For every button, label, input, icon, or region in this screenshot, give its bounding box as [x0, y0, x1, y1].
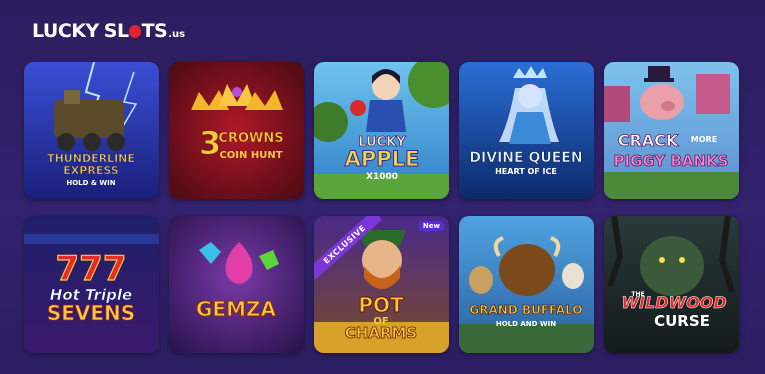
game-tile-hot-triple-sevens[interactable]: 777 Hot Triple SEVENS: [24, 216, 159, 353]
game-art: DIVINE QUEEN HEART OF ICE: [459, 62, 594, 199]
game-title-line: POT: [358, 293, 404, 317]
game-title-line: HEART OF ICE: [495, 167, 557, 176]
game-tile-pot-of-charms[interactable]: POT OF CHARMS EXCLUSIVE New: [314, 216, 449, 353]
game-title-line: COIN HUNT: [219, 150, 282, 161]
game-title-line: SEVENS: [47, 301, 135, 325]
game-art: GEMZA: [169, 216, 304, 353]
game-art: THE WILDWOOD CURSE: [604, 216, 739, 353]
game-tile-gemza[interactable]: GEMZA: [169, 216, 304, 353]
game-title-line: GEMZA: [196, 297, 276, 321]
game-title-line: HOLD AND WIN: [496, 320, 556, 328]
game-title-line: WILDWOOD: [621, 293, 726, 312]
game-art: THUNDERLINE EXPRESS HOLD & WIN: [24, 62, 159, 199]
game-tile-3-crowns[interactable]: 3 CROWNS COIN HUNT: [169, 62, 304, 199]
game-tile-thunderline-express[interactable]: THUNDERLINE EXPRESS HOLD & WIN: [24, 62, 159, 199]
game-art: GRAND BUFFALO HOLD AND WIN: [459, 216, 594, 353]
game-art: LUCKY APPLE X1000: [314, 62, 449, 199]
game-title-line: GRAND BUFFALO: [469, 303, 582, 317]
game-title-line: 777: [56, 249, 127, 289]
game-title-line: HOLD & WIN: [66, 179, 115, 187]
game-title-line: CHARMS: [345, 324, 417, 342]
game-title-line: PIGGY BANKS: [614, 152, 729, 170]
game-tile-grand-buffalo[interactable]: GRAND BUFFALO HOLD AND WIN: [459, 216, 594, 353]
new-badge: New: [418, 221, 444, 231]
game-tile-wildwood-curse[interactable]: THE WILDWOOD CURSE: [604, 216, 739, 353]
game-art: 777 Hot Triple SEVENS: [24, 216, 159, 353]
game-tile-divine-queen[interactable]: DIVINE QUEEN HEART OF ICE: [459, 62, 594, 199]
game-art: 3 CROWNS COIN HUNT: [169, 62, 304, 199]
game-title-line: X1000: [366, 172, 398, 182]
game-title-line: DIVINE QUEEN: [469, 150, 582, 166]
game-art: POT OF CHARMS: [314, 216, 449, 353]
game-tile-crack-more-piggy-banks[interactable]: CRACK MORE PIGGY BANKS: [604, 62, 739, 199]
game-grid: THUNDERLINE EXPRESS HOLD & WIN 3 CROWNS …: [0, 0, 765, 374]
game-title-line: MORE: [691, 135, 717, 144]
game-title-line: APPLE: [345, 147, 420, 171]
game-art: CRACK MORE PIGGY BANKS: [604, 62, 739, 199]
game-title-line: CROWNS: [218, 131, 283, 146]
game-title-line: CURSE: [654, 312, 710, 330]
game-title-line: EXPRESS: [63, 164, 118, 177]
game-tile-lucky-apple[interactable]: LUCKY APPLE X1000: [314, 62, 449, 199]
game-title-line: CRACK: [618, 131, 679, 150]
